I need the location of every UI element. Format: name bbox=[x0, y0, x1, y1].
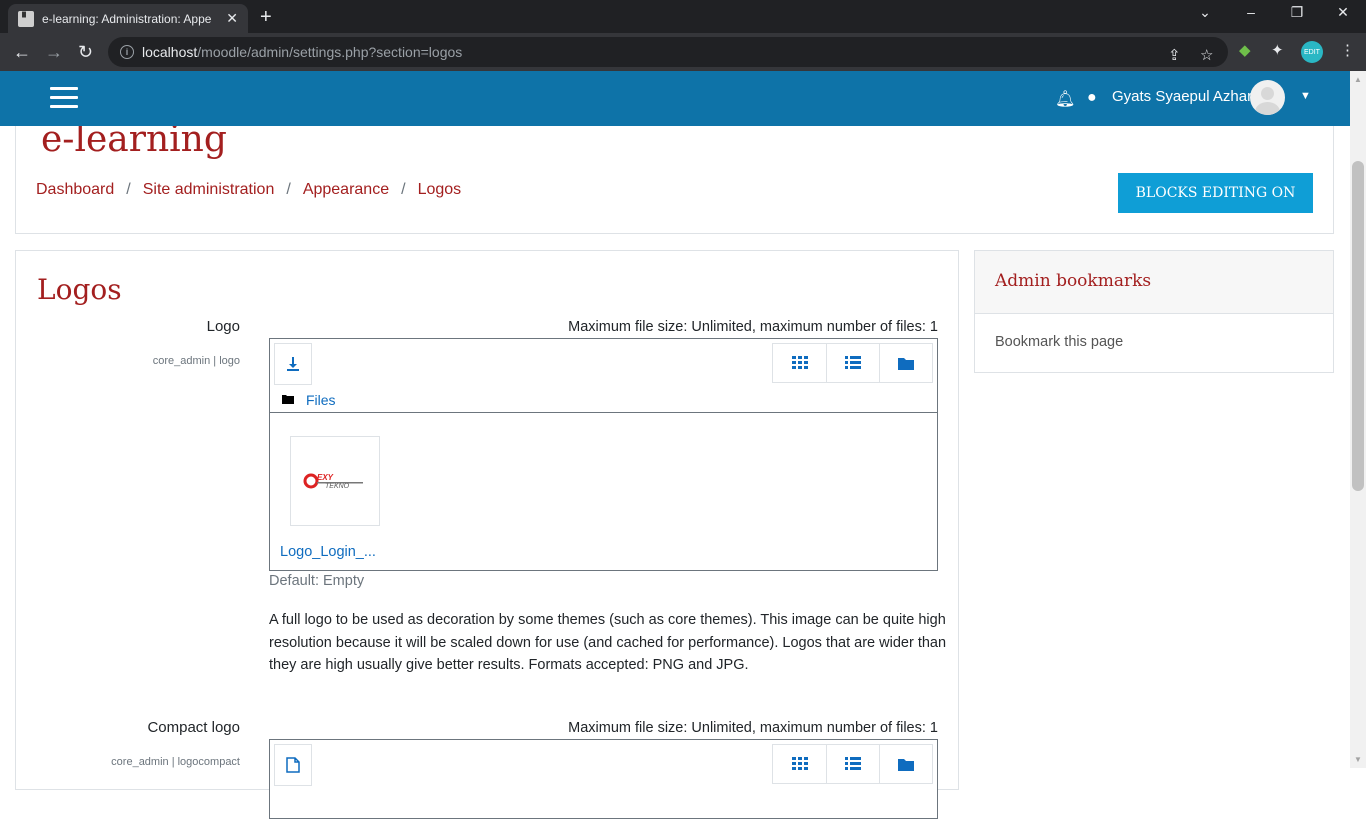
block-body: Bookmark this page bbox=[975, 314, 1333, 370]
file-path: Files bbox=[282, 392, 336, 408]
view-switcher bbox=[772, 744, 933, 784]
tab-close-icon[interactable]: ✕ bbox=[226, 10, 238, 27]
notification-bell-icon[interactable]: 🔔︎ bbox=[1055, 89, 1075, 109]
folder-icon bbox=[282, 393, 294, 407]
view-switcher bbox=[772, 343, 933, 383]
folder-view-icon[interactable] bbox=[879, 344, 932, 382]
breadcrumb-logos[interactable]: Logos bbox=[418, 181, 462, 199]
setting-id-logo: core_admin | logo bbox=[152, 355, 240, 367]
user-name[interactable]: Gyats Syaepul Azhar bbox=[1112, 88, 1252, 105]
setting-label-compact-logo: Compact logo bbox=[147, 719, 240, 736]
download-icon[interactable] bbox=[274, 343, 312, 385]
extensions-puzzle-icon[interactable]: ✦ bbox=[1271, 41, 1284, 59]
breadcrumb-separator: / bbox=[286, 181, 291, 198]
file-manager-compact-logo bbox=[269, 739, 938, 819]
default-value-note: Default: Empty bbox=[269, 573, 365, 589]
hamburger-menu-icon[interactable] bbox=[50, 87, 78, 109]
breadcrumb-site-administration[interactable]: Site administration bbox=[143, 181, 275, 199]
page-scrollbar[interactable]: ▲ ▼ bbox=[1350, 71, 1366, 768]
profile-avatar[interactable]: EDIT bbox=[1301, 41, 1323, 63]
url-host: localhost bbox=[142, 44, 198, 60]
max-file-size-note: Maximum file size: Unlimited, maximum nu… bbox=[568, 319, 938, 335]
max-file-size-note: Maximum file size: Unlimited, maximum nu… bbox=[568, 720, 938, 736]
scroll-down-arrow-icon[interactable]: ▼ bbox=[1354, 755, 1362, 764]
folder-view-icon[interactable] bbox=[879, 745, 932, 783]
minimize-icon[interactable]: – bbox=[1228, 4, 1274, 20]
admin-bookmarks-block: Admin bookmarks Bookmark this page bbox=[974, 250, 1334, 373]
site-navbar: 🔔︎ ● Gyats Syaepul Azhar ▼ bbox=[0, 71, 1350, 126]
file-name-link[interactable]: Logo_Login_... bbox=[280, 544, 376, 560]
setting-description: A full logo to be used as decoration by … bbox=[269, 612, 947, 673]
close-window-icon[interactable]: ✕ bbox=[1320, 4, 1366, 21]
breadcrumb-separator: / bbox=[126, 181, 131, 198]
user-avatar[interactable] bbox=[1250, 80, 1285, 115]
breadcrumb-dashboard[interactable]: Dashboard bbox=[36, 181, 114, 199]
grid-view-icon[interactable] bbox=[773, 344, 826, 382]
browser-toolbar: ← → ↻ i localhost/moodle/admin/settings.… bbox=[0, 33, 1366, 71]
uploaded-logo-image: EXY TEKNO bbox=[303, 473, 363, 490]
files-path-link[interactable]: Files bbox=[306, 392, 336, 408]
scroll-thumb[interactable] bbox=[1352, 161, 1364, 491]
add-file-icon[interactable] bbox=[274, 744, 312, 786]
reload-icon[interactable]: ↻ bbox=[78, 42, 93, 63]
new-tab-button[interactable]: + bbox=[260, 6, 272, 29]
menu-kebab-icon[interactable]: ⋮ bbox=[1340, 41, 1355, 59]
block-header: Admin bookmarks bbox=[975, 251, 1333, 314]
site-info-icon[interactable]: i bbox=[120, 45, 134, 59]
file-manager-logo: Files EXY TEKNO Logo_Login_... bbox=[269, 338, 938, 571]
list-view-icon[interactable] bbox=[826, 344, 879, 382]
bookmark-this-page-link[interactable]: Bookmark this page bbox=[995, 334, 1123, 350]
user-menu-caret-icon[interactable]: ▼ bbox=[1300, 90, 1311, 102]
messages-chat-icon[interactable]: ● bbox=[1087, 89, 1097, 107]
url-path: /moodle/admin/settings.php?section=logos bbox=[197, 44, 463, 60]
share-icon[interactable]: ⇪ bbox=[1168, 46, 1181, 64]
breadcrumb: Dashboard / Site administration / Appear… bbox=[36, 181, 461, 199]
tab-title: e-learning: Administration: Appe bbox=[42, 11, 212, 26]
bookmark-star-icon[interactable]: ☆ bbox=[1200, 46, 1213, 64]
blocks-editing-button[interactable]: BLOCKS EDITING ON bbox=[1118, 173, 1313, 213]
page-title: Logos bbox=[37, 273, 122, 306]
extension-icon[interactable]: ◆ bbox=[1239, 41, 1251, 59]
forward-icon[interactable]: → bbox=[45, 42, 63, 63]
logo-lettering-sub: TEKNO bbox=[325, 483, 350, 490]
back-icon[interactable]: ← bbox=[13, 42, 31, 63]
file-manager-toolbar: Files bbox=[270, 339, 937, 413]
setting-label-logo: Logo bbox=[206, 318, 240, 335]
setting-id-compact-logo: core_admin | logocompact bbox=[111, 756, 240, 768]
browser-tab-strip: ▘ e-learning: Administration: Appe ✕ + ⌄… bbox=[0, 0, 1366, 33]
file-manager-toolbar bbox=[270, 740, 937, 814]
moodle-favicon-icon: ▘ bbox=[18, 10, 34, 27]
breadcrumb-separator: / bbox=[401, 181, 406, 198]
browser-tab[interactable]: ▘ e-learning: Administration: Appe ✕ bbox=[8, 4, 248, 33]
breadcrumb-appearance[interactable]: Appearance bbox=[303, 181, 389, 199]
tab-search-icon[interactable]: ⌄ bbox=[1182, 4, 1228, 21]
restore-icon[interactable]: ❐ bbox=[1274, 4, 1320, 21]
list-view-icon[interactable] bbox=[826, 745, 879, 783]
file-thumbnail[interactable]: EXY TEKNO bbox=[290, 436, 380, 526]
grid-view-icon[interactable] bbox=[773, 745, 826, 783]
scroll-up-arrow-icon[interactable]: ▲ bbox=[1354, 75, 1362, 84]
file-manager-content: EXY TEKNO Logo_Login_... bbox=[270, 413, 937, 570]
logo-lettering: EXY bbox=[317, 473, 334, 482]
address-bar[interactable]: i localhost/moodle/admin/settings.php?se… bbox=[108, 37, 1228, 67]
block-title: Admin bookmarks bbox=[995, 271, 1152, 291]
main-region: Logos Logo core_admin | logo Maximum fil… bbox=[15, 250, 959, 819]
